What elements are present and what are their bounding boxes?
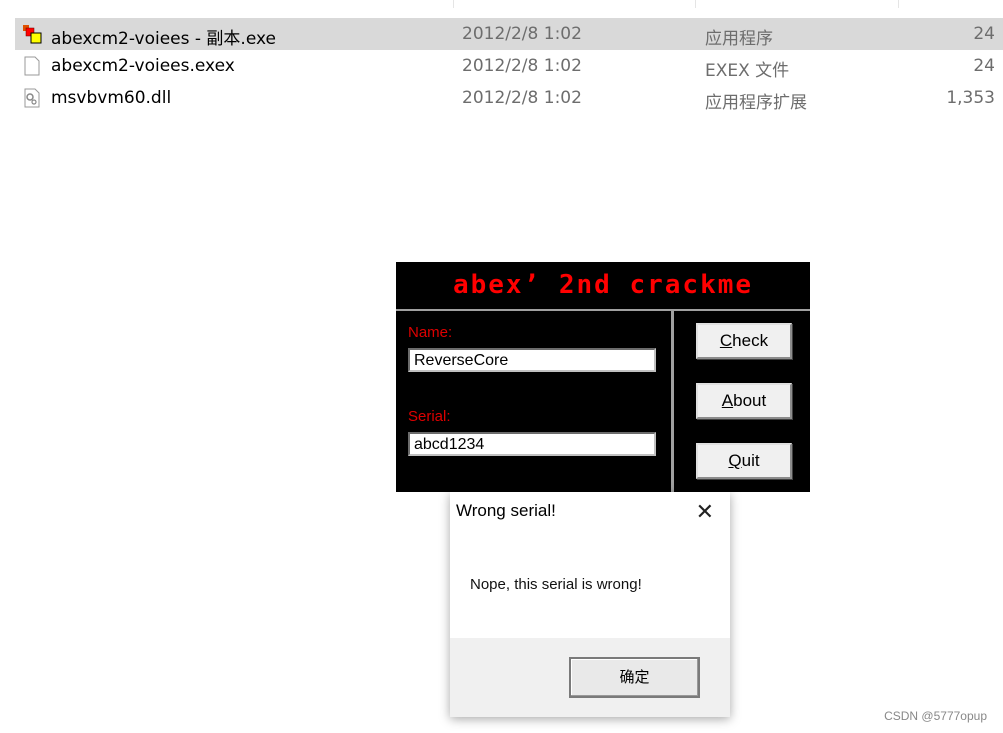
watermark: CSDN @5777opup [884, 709, 987, 723]
crackme-title: abex’ 2nd crackme [452, 270, 754, 300]
label: heck [732, 331, 769, 350]
file-type: EXEX 文件 [705, 61, 790, 81]
dialog-message: Nope, this serial is wrong! [470, 576, 642, 593]
mnemonic: C [719, 331, 733, 350]
divider [671, 311, 674, 492]
column-divider[interactable] [695, 0, 696, 8]
file-row[interactable]: msvbvm60.dll 2012/2/8 1:02 应用程序扩展 1,353 [15, 82, 1003, 114]
mnemonic: Q [728, 451, 742, 470]
dll-gear-icon [24, 88, 40, 108]
ok-button[interactable]: 确定 [569, 657, 700, 698]
file-date: 2012/2/8 1:02 [462, 56, 582, 76]
name-label: Name: [408, 324, 453, 341]
close-icon[interactable]: ✕ [696, 500, 714, 525]
label: bout [733, 391, 767, 410]
dialog-title: Wrong serial! [456, 501, 556, 520]
file-name: abexcm2-voiees.exex [51, 56, 235, 76]
message-dialog: Wrong serial! ✕ Nope, this serial is wro… [450, 492, 730, 717]
crackme-window: abex’ 2nd crackme Name: ReverseCore Seri… [396, 262, 810, 492]
file-type: 应用程序扩展 [705, 93, 807, 113]
file-size: 1,353 [946, 88, 995, 108]
label: uit [741, 451, 760, 470]
check-button[interactable]: Check [696, 323, 792, 359]
file-row[interactable]: abexcm2-voiees.exex 2012/2/8 1:02 EXEX 文… [15, 50, 1003, 82]
file-name: msvbvm60.dll [51, 88, 172, 108]
mnemonic: A [721, 391, 734, 410]
serial-label: Serial: [408, 408, 451, 425]
column-divider[interactable] [898, 0, 899, 8]
serial-input[interactable]: abcd1234 [408, 432, 656, 456]
file-size: 24 [973, 56, 995, 76]
column-divider[interactable] [453, 0, 454, 8]
file-row[interactable]: abexcm2-voiees - 副本.exe 2012/2/8 1:02 应用… [15, 18, 1003, 50]
blank-file-icon [24, 56, 40, 76]
divider [396, 309, 810, 311]
quit-button[interactable]: Quit [696, 443, 792, 479]
about-button[interactable]: About [696, 383, 792, 419]
name-input[interactable]: ReverseCore [408, 348, 656, 372]
file-date: 2012/2/8 1:02 [462, 88, 582, 108]
file-date: 2012/2/8 1:02 [462, 24, 582, 44]
file-size: 24 [973, 24, 995, 44]
file-name: abexcm2-voiees - 副本.exe [51, 29, 276, 49]
vb-app-icon [23, 25, 42, 44]
file-type: 应用程序 [705, 29, 773, 49]
